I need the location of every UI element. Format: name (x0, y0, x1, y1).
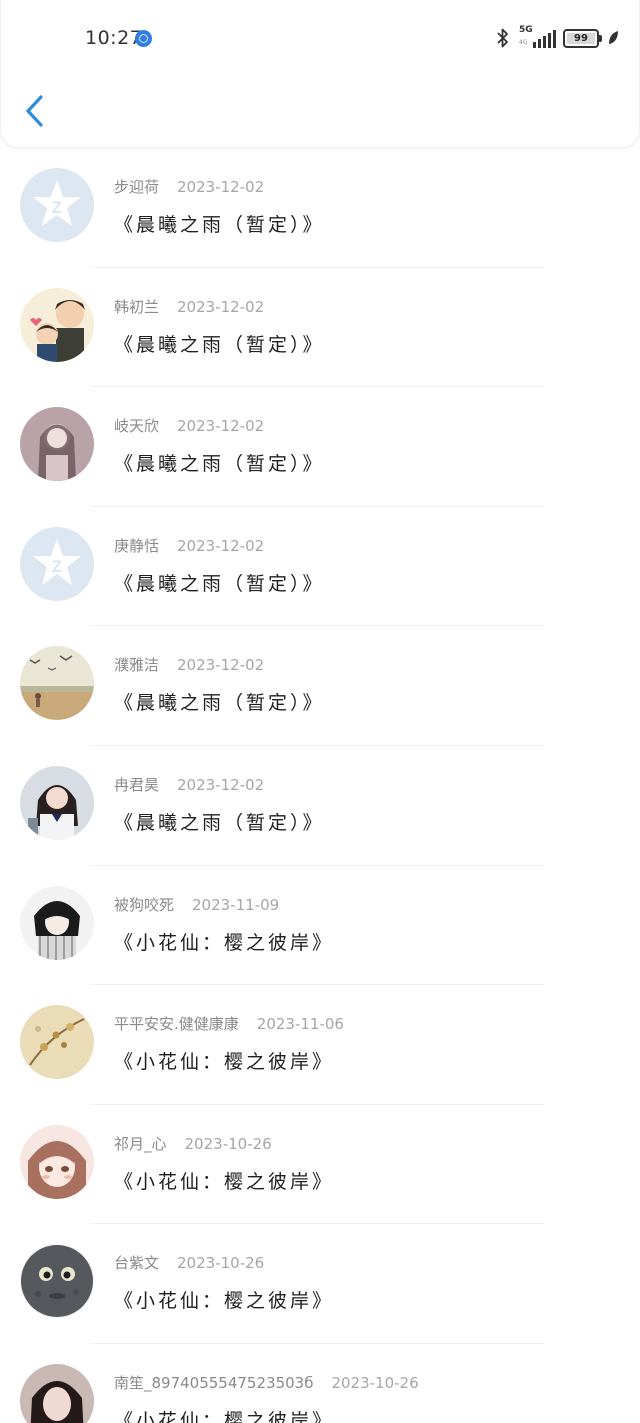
item-date: 2023-12-02 (177, 417, 265, 436)
svg-text:Z: Z (52, 198, 62, 217)
item-meta: 被狗咬死 2023-11-09 (114, 894, 279, 915)
user-name: 被狗咬死 (114, 895, 175, 914)
user-name: 台紫文 (114, 1254, 160, 1273)
bluetooth-icon (497, 28, 508, 48)
book-title[interactable]: 《晨曦之雨（暂定）》 (114, 688, 325, 715)
book-title[interactable]: 《小花仙：樱之彼岸》 (114, 928, 334, 955)
book-title[interactable]: 《晨曦之雨（暂定）》 (114, 330, 325, 357)
user-name: 冉君昊 (114, 775, 160, 794)
avatar[interactable] (20, 1124, 94, 1199)
cellular-signal-icon: 5G 4G (519, 25, 556, 49)
item-date: 2023-10-26 (184, 1134, 272, 1153)
avatar[interactable] (20, 287, 94, 362)
book-title[interactable]: 《小花仙：樱之彼岸》 (114, 1406, 334, 1423)
top-header: 10:27 5G 4G 99 (0, 0, 640, 148)
user-name: 平平安安.健健康康 (114, 1015, 239, 1034)
item-date: 2023-12-02 (177, 536, 265, 555)
list-item[interactable]: 濮雅洁 2023-12-02 《晨曦之雨（暂定）》 (0, 626, 640, 746)
item-meta: 步迎荷 2023-12-02 (114, 176, 264, 197)
item-meta: 平平安安.健健康康 2023-11-06 (114, 1013, 344, 1034)
avatar[interactable] (20, 1363, 94, 1423)
user-name: 祁月_心 (114, 1134, 167, 1153)
list-item[interactable]: 韩初兰 2023-12-02 《晨曦之雨（暂定）》 (0, 268, 640, 388)
avatar[interactable] (20, 407, 94, 482)
avatar[interactable]: Z (20, 526, 94, 601)
user-name: 韩初兰 (114, 297, 160, 316)
book-title[interactable]: 《晨曦之雨（暂定）》 (114, 210, 325, 237)
avatar[interactable] (20, 765, 94, 840)
status-time: 10:27 (85, 27, 143, 49)
item-meta: 祁月_心 2023-10-26 (114, 1133, 272, 1154)
item-date: 2023-11-06 (256, 1015, 344, 1034)
avatar[interactable] (20, 646, 94, 721)
item-date: 2023-11-09 (192, 895, 280, 914)
eco-leaf-icon (609, 31, 618, 44)
user-name: 濮雅洁 (114, 656, 160, 675)
browser-globe-icon (135, 30, 152, 47)
item-date: 2023-12-02 (177, 775, 265, 794)
item-meta: 韩初兰 2023-12-02 (114, 296, 264, 317)
list-item[interactable]: 平平安安.健健康康 2023-11-06 《小花仙：樱之彼岸》 (0, 985, 640, 1105)
item-meta: 台紫文 2023-10-26 (114, 1252, 264, 1273)
item-date: 2023-12-02 (177, 297, 265, 316)
status-icons: 5G 4G 99 (495, 25, 619, 50)
item-date: 2023-12-02 (177, 178, 265, 196)
user-name: 庚静恬 (114, 536, 160, 555)
item-meta: 岐天欣 2023-12-02 (114, 415, 264, 436)
book-title[interactable]: 《晨曦之雨（暂定）》 (114, 808, 325, 835)
status-bar: 10:27 5G 4G 99 (1, 0, 640, 78)
avatar[interactable]: Z (20, 168, 94, 242)
item-date: 2023-10-26 (331, 1373, 419, 1392)
svg-text:Z: Z (52, 557, 62, 576)
list-item[interactable]: 冉君昊 2023-12-02 《晨曦之雨（暂定）》 (0, 746, 640, 866)
book-title[interactable]: 《小花仙：樱之彼岸》 (114, 1286, 334, 1313)
list-item[interactable]: Z 步迎荷 2023-12-02 《晨曦之雨（暂定）》 (0, 148, 640, 268)
avatar[interactable] (20, 1005, 94, 1080)
avatar[interactable] (20, 885, 94, 960)
item-meta: 庚静恬 2023-12-02 (114, 535, 264, 556)
list-item[interactable]: 岐天欣 2023-12-02 《晨曦之雨（暂定）》 (0, 387, 640, 507)
avatar[interactable] (20, 1244, 94, 1319)
network-sub: 4G (519, 39, 528, 46)
list-item[interactable]: 南笙_8974055547523503б 2023-10-26 《小花仙：樱之彼岸》 (0, 1344, 640, 1423)
user-name: 步迎荷 (114, 178, 160, 196)
book-title[interactable]: 《小花仙：樱之彼岸》 (114, 1047, 334, 1074)
network-type: 5G (519, 25, 533, 35)
book-title[interactable]: 《小花仙：樱之彼岸》 (114, 1167, 334, 1194)
battery-icon: 99 (563, 28, 602, 48)
user-name: 南笙_8974055547523503б (114, 1373, 314, 1392)
item-meta: 濮雅洁 2023-12-02 (114, 654, 264, 675)
battery-level: 99 (574, 32, 588, 44)
item-meta: 南笙_8974055547523503б 2023-10-26 (114, 1372, 419, 1393)
list-item[interactable]: 台紫文 2023-10-26 《小花仙：樱之彼岸》 (0, 1224, 640, 1344)
chevron-left-icon (26, 95, 43, 127)
user-name: 岐天欣 (114, 417, 160, 436)
item-date: 2023-10-26 (177, 1254, 265, 1273)
item-date: 2023-12-02 (177, 656, 265, 675)
list-item[interactable]: 被狗咬死 2023-11-09 《小花仙：樱之彼岸》 (0, 866, 640, 986)
record-list: Z 步迎荷 2023-12-02 《晨曦之雨（暂定）》 韩初兰 2023-12-02 《晨曦… (0, 148, 640, 1423)
book-title[interactable]: 《晨曦之雨（暂定）》 (114, 569, 325, 596)
list-item[interactable]: Z 庚静恬 2023-12-02 《晨曦之雨（暂定）》 (0, 507, 640, 627)
item-meta: 冉君昊 2023-12-02 (114, 774, 264, 795)
list-item[interactable]: 祁月_心 2023-10-26 《小花仙：樱之彼岸》 (0, 1105, 640, 1225)
back-button[interactable] (21, 92, 51, 130)
book-title[interactable]: 《晨曦之雨（暂定）》 (114, 449, 325, 476)
